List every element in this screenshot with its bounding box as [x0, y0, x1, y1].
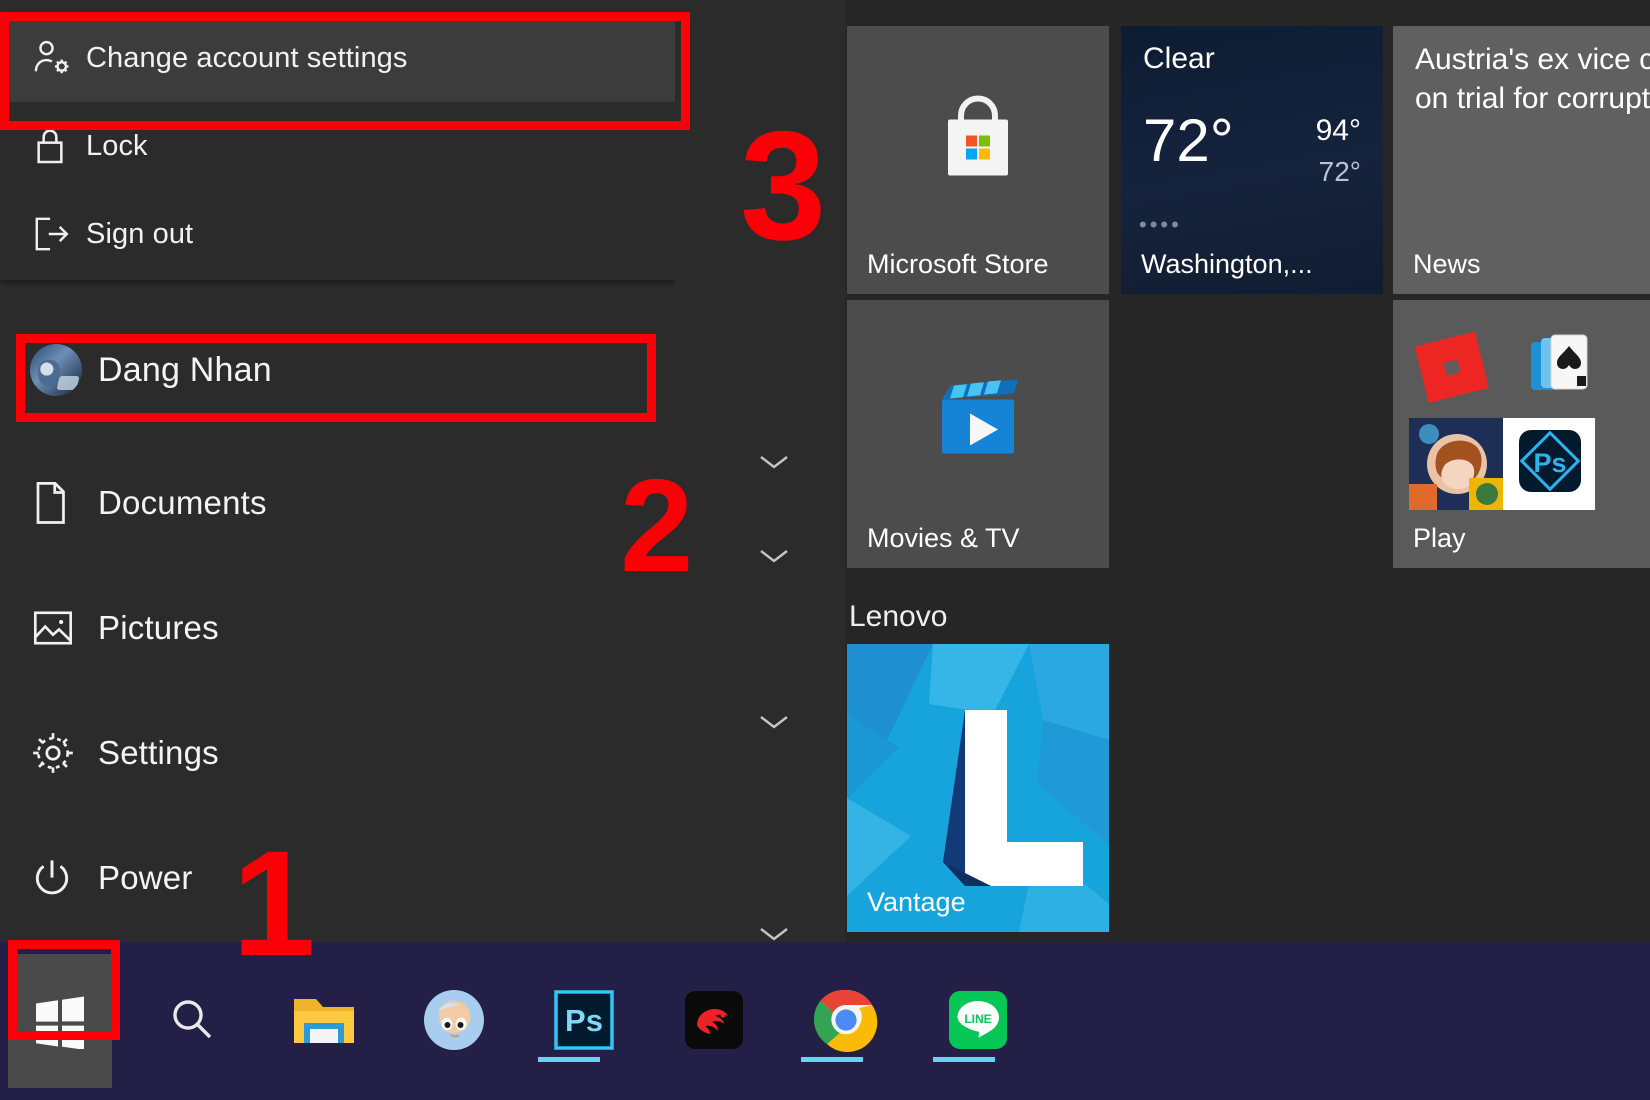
weather-temperature: 72°: [1143, 107, 1234, 174]
picture-icon: [30, 606, 98, 650]
tile-label: Play: [1413, 523, 1466, 553]
chevron-down-icon[interactable]: [757, 712, 791, 732]
windows-start-menu-screenshot: Change account settings Lock Sign out Da…: [0, 0, 1650, 1100]
svg-text:Ps: Ps: [565, 1003, 603, 1038]
flyout-item-lock[interactable]: Lock: [0, 102, 675, 190]
tile-group-chevron-column: [675, 0, 845, 942]
tile-label: Movies & TV: [867, 523, 1020, 553]
start-menu-user-account[interactable]: Dang Nhan: [0, 300, 675, 440]
tile-label: News: [1413, 249, 1481, 279]
chevron-down-icon[interactable]: [757, 452, 791, 472]
news-headline: Austria's ex vice chance on trial for co…: [1415, 43, 1650, 115]
photoshop-icon[interactable]: Ps: [538, 974, 630, 1066]
weather-high: 94°: [1315, 114, 1361, 147]
flyout-label: Lock: [86, 129, 148, 162]
weather-low: 72°: [1318, 156, 1361, 187]
chevron-down-icon[interactable]: [757, 924, 791, 944]
start-menu-item-settings[interactable]: Settings: [0, 690, 675, 815]
tile-group-header-lenovo[interactable]: Lenovo: [849, 600, 947, 634]
tile-label: Microsoft Store: [867, 249, 1049, 279]
gear-icon: [30, 730, 98, 776]
line-icon[interactable]: LINE: [932, 974, 1024, 1066]
windows-logo-icon: [36, 996, 84, 1049]
weather-condition: Clear: [1143, 42, 1215, 75]
tile-news[interactable]: Austria's ex vice chance on trial for co…: [1393, 26, 1650, 294]
place-label: Power: [98, 858, 193, 896]
account-flyout-menu: Change account settings Lock Sign out: [0, 14, 675, 280]
tile-label: Washington,...: [1141, 249, 1313, 279]
svg-text:LINE: LINE: [964, 1012, 991, 1026]
start-menu-places-list: Dang Nhan Documents Pictures Settings Po…: [0, 300, 675, 940]
tile-label: Vantage: [867, 887, 966, 917]
weather-page-dots: ••••: [1139, 212, 1182, 237]
power-icon: [30, 856, 98, 900]
flyout-label: Change account settings: [86, 41, 408, 74]
gimp-icon[interactable]: [408, 974, 500, 1066]
tile-lenovo-vantage[interactable]: Vantage: [847, 644, 1109, 932]
place-label: Pictures: [98, 608, 219, 646]
start-menu-tiles-pane: Microsoft Store Movies & TV Clear 72° 94…: [845, 0, 1650, 942]
tile-play-group[interactable]: Ps Play: [1393, 300, 1650, 568]
start-menu-item-power[interactable]: Power: [0, 815, 675, 940]
chrome-icon[interactable]: [800, 974, 892, 1066]
start-menu-left-rail: Change account settings Lock Sign out Da…: [0, 0, 675, 942]
avatar: [30, 344, 82, 396]
account-settings-icon: [30, 36, 86, 80]
search-icon[interactable]: [146, 974, 238, 1066]
document-icon: [30, 479, 98, 527]
tile-microsoft-store[interactable]: Microsoft Store: [847, 26, 1109, 294]
svg-text:Ps: Ps: [1533, 448, 1566, 478]
user-name-label: Dang Nhan: [98, 350, 272, 389]
lock-icon: [30, 124, 86, 168]
user-avatar-icon: [30, 344, 98, 396]
start-menu: Change account settings Lock Sign out Da…: [0, 0, 1650, 942]
game-art-icon: Ps: [1409, 418, 1595, 510]
garena-icon[interactable]: [668, 974, 760, 1066]
movies-tv-icon: [930, 367, 1026, 468]
chevron-down-icon[interactable]: [757, 546, 791, 566]
start-button[interactable]: [8, 954, 112, 1088]
flyout-label: Sign out: [86, 217, 194, 250]
start-menu-item-pictures[interactable]: Pictures: [0, 565, 675, 690]
place-label: Documents: [98, 483, 267, 521]
start-menu-item-documents[interactable]: Documents: [0, 440, 675, 565]
tile-movies-tv[interactable]: Movies & TV: [847, 300, 1109, 568]
place-label: Settings: [98, 733, 219, 771]
solitaire-icon: [1517, 322, 1605, 410]
sign-out-icon: [30, 212, 86, 256]
taskbar: Ps LINE: [0, 942, 1650, 1100]
roblox-icon: [1409, 324, 1497, 412]
group-header-label: Lenovo: [849, 600, 948, 633]
file-explorer-icon[interactable]: [278, 974, 370, 1066]
flyout-item-change-account-settings[interactable]: Change account settings: [0, 14, 675, 102]
flyout-item-sign-out[interactable]: Sign out: [0, 190, 675, 278]
tile-weather[interactable]: Clear 72° 94° 72° •••• Washington,...: [1121, 26, 1383, 294]
play-tile-icon-grid: Ps: [1393, 318, 1650, 510]
microsoft-store-icon: [932, 93, 1024, 194]
